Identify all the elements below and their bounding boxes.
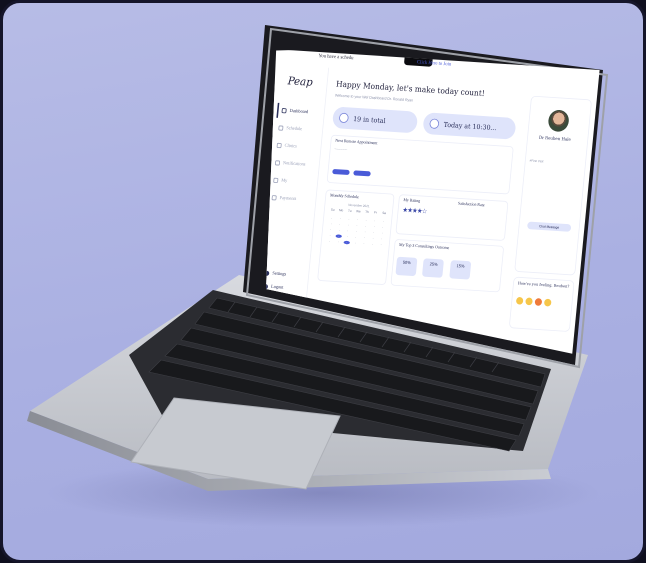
next-appointment-pill[interactable]: Today at 10:30...: [422, 112, 517, 140]
outcome-chip: 15%: [449, 260, 472, 280]
appointments-pill[interactable]: 19 in total: [331, 106, 419, 134]
clinic-icon: [276, 142, 282, 149]
avatar: [547, 109, 570, 133]
weekday: Mo: [338, 208, 344, 213]
weekday: Fr: [373, 210, 378, 215]
mood-card: How're you feeling, Reuben?: [508, 276, 575, 332]
sidebar-item-payments[interactable]: Payments: [268, 190, 315, 208]
neutral-emoji-icon[interactable]: [525, 297, 533, 306]
weekday: We: [355, 209, 361, 214]
settings-label: Settings: [272, 271, 287, 278]
join-link[interactable]: Click Here to Join: [417, 60, 452, 67]
page-subtitle: Welcome to your Wel Dashboard Dr. Ronald…: [334, 93, 414, 103]
logout-link[interactable]: Logout: [266, 283, 285, 291]
logout-icon: [266, 283, 269, 290]
dashboard-icon: [281, 108, 287, 114]
calendar-card: Monthly Schedule November 2021 Su Mo Tu We T…: [317, 189, 395, 286]
sidebar-item-label: Payments: [279, 195, 297, 202]
calendar-icon: [278, 125, 284, 131]
start-call-button[interactable]: [332, 168, 350, 176]
next-appointment-card: Next Remote Appointment ──────: [326, 134, 514, 195]
sidebar-item-notifications[interactable]: Notifications: [271, 155, 318, 173]
photo-frame: You have a schedu Click Here to Join Pea…: [0, 0, 646, 563]
sidebar-nav: Dashboard Schedule Clinics Notifications…: [268, 102, 324, 210]
weekday: Sa: [382, 211, 387, 215]
doctor-name: Dr Reuben Hale: [538, 135, 571, 143]
weekday: Tu: [347, 209, 352, 213]
reschedule-button[interactable]: [353, 170, 371, 177]
sidebar-item-dashboard[interactable]: Dashboard: [276, 102, 324, 121]
weekday: Su: [330, 208, 335, 212]
first-visit-label: #First Visit: [529, 159, 544, 164]
sidebar-item-label: Schedule: [286, 125, 303, 132]
sidebar-item-label: Clinics: [284, 143, 298, 150]
mood-title: How're you feeling, Reuben?: [517, 281, 570, 290]
weekday: Th: [365, 210, 369, 214]
chat-message-button[interactable]: Chat Message: [526, 221, 572, 232]
sidebar-item-label: Notifications: [282, 160, 306, 168]
sidebar-item-label: My: [281, 178, 288, 184]
sidebar-item-my[interactable]: My: [270, 173, 317, 191]
doctor-panel: Dr Reuben Hale #First Visit Chat Message: [514, 95, 593, 276]
bell-icon: [274, 160, 281, 166]
calendar-icon: [338, 112, 349, 124]
outcomes-card: My Top 3 Consultings Outcome 50% 25% 15%: [390, 238, 505, 293]
sad-emoji-icon[interactable]: [543, 298, 552, 307]
wallet-icon: [271, 195, 277, 201]
user-icon: [273, 177, 279, 183]
satisfaction-title: Satisfaction Rate: [457, 202, 485, 208]
app-logo: Peap: [287, 75, 314, 90]
appointments-total: 19 in total: [352, 114, 386, 125]
rating-card: My Rating ★★★★☆ Satisfaction Rate: [395, 194, 509, 241]
mood-emojis[interactable]: [512, 296, 572, 308]
happy-emoji-icon[interactable]: [515, 296, 524, 305]
sidebar-item-label: Dashboard: [289, 108, 309, 115]
banner-text: You have a schedu: [318, 53, 354, 61]
logout-label: Logout: [270, 284, 284, 291]
next-appointment-time: Today at 10:30...: [443, 120, 497, 132]
settings-link[interactable]: Settings: [266, 270, 287, 278]
clock-icon: [429, 118, 440, 129]
angry-emoji-icon[interactable]: [534, 298, 543, 306]
sidebar-item-schedule[interactable]: Schedule: [275, 120, 322, 138]
outcome-chip: 25%: [422, 258, 445, 278]
outcome-chip: 50%: [395, 256, 418, 277]
sidebar-item-clinics[interactable]: Clinics: [273, 138, 320, 156]
calendar-days[interactable]: · · · · · · · · · · · · · · · · · · · · · · · · · · · · · · · · · · ·: [321, 214, 391, 248]
